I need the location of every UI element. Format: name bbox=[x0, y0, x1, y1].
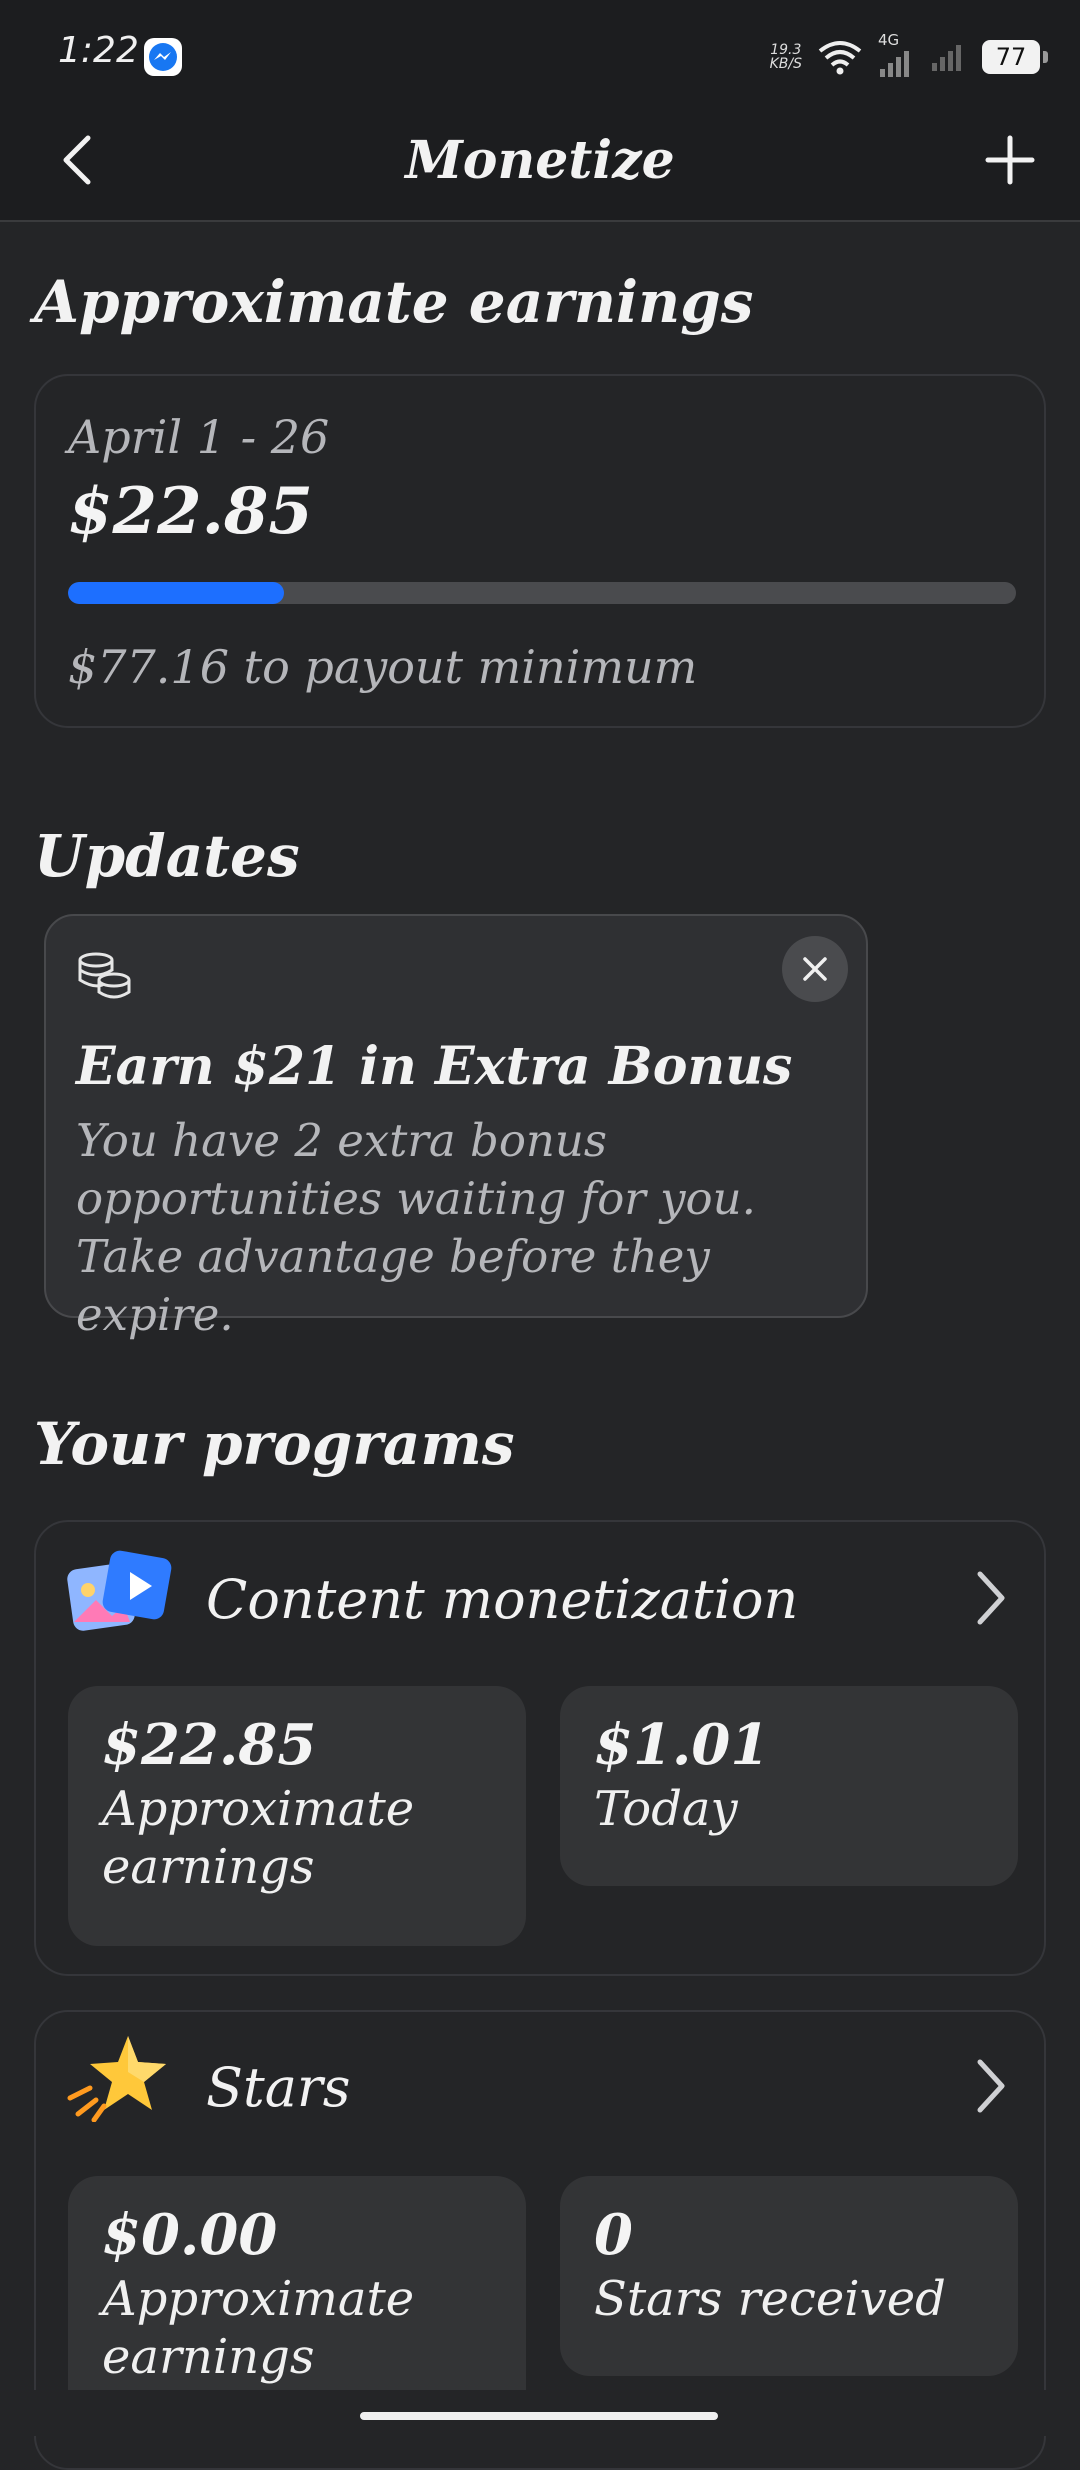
earnings-amount: $22.85 bbox=[68, 474, 313, 549]
stat-label: Approximate earnings bbox=[102, 1781, 415, 1895]
program-card-content-monetization[interactable]: Content monetization $22.85 Approximate … bbox=[34, 1520, 1046, 1976]
stat-approximate-earnings: $22.85 Approximate earnings bbox=[68, 1686, 526, 1946]
stat-today: $1.01 Today bbox=[560, 1686, 1018, 1886]
home-indicator[interactable] bbox=[360, 2412, 718, 2420]
update-title: Earn $21 in Extra Bonus bbox=[76, 1036, 793, 1097]
plus-icon[interactable] bbox=[980, 130, 1040, 190]
stat-value: $1.01 bbox=[594, 1712, 770, 1778]
wifi-icon bbox=[818, 41, 862, 75]
top-app-bar: Monetize bbox=[0, 100, 1080, 222]
earnings-section-title: Approximate earnings bbox=[34, 268, 754, 336]
content-monetization-icon bbox=[67, 1550, 172, 1631]
stat-label: Approximate earnings bbox=[102, 2271, 415, 2385]
signal-icon-2 bbox=[932, 45, 961, 71]
payout-remaining-text: $77.16 to payout minimum bbox=[68, 640, 698, 694]
payout-progress-fill bbox=[68, 582, 285, 604]
stat-value: 0 bbox=[594, 2202, 633, 2268]
status-bar: 1:22 19.3 KB/S 4G 77 bbox=[0, 0, 1080, 100]
stat-value: $22.85 bbox=[102, 1712, 317, 1778]
update-body: You have 2 extra bonus opportunities wai… bbox=[76, 1114, 756, 1341]
page-title: Monetize bbox=[405, 130, 675, 191]
updates-section-title: Updates bbox=[34, 822, 300, 890]
program-name: Stars bbox=[206, 2056, 351, 2119]
battery-indicator: 77 bbox=[982, 40, 1048, 74]
stat-label: Today bbox=[594, 1781, 738, 1837]
earnings-period: April 1 - 26 bbox=[68, 410, 330, 464]
net-speed: 19.3 KB/S bbox=[769, 42, 802, 72]
coins-icon bbox=[78, 952, 131, 999]
dismiss-update-button[interactable] bbox=[782, 936, 848, 1002]
messenger-icon bbox=[144, 38, 182, 76]
cellular-4g: 4G bbox=[878, 31, 914, 77]
chevron-right-icon[interactable] bbox=[970, 1568, 1010, 1628]
stat-stars-received: 0 Stars received bbox=[560, 2176, 1018, 2376]
signal-icon bbox=[880, 51, 909, 77]
program-name: Content monetization bbox=[206, 1568, 799, 1631]
programs-section-title: Your programs bbox=[34, 1410, 515, 1478]
earnings-card[interactable]: April 1 - 26 $22.85 $77.16 to payout min… bbox=[34, 374, 1046, 728]
chevron-right-icon[interactable] bbox=[970, 2056, 1010, 2116]
status-icons: 19.3 KB/S 4G 77 bbox=[769, 31, 1048, 82]
stat-value: $0.00 bbox=[102, 2202, 278, 2268]
status-time: 1:22 bbox=[58, 30, 139, 71]
update-card[interactable]: Earn $21 in Extra Bonus You have 2 extra… bbox=[44, 914, 868, 1341]
star-icon bbox=[67, 2036, 166, 2122]
stat-label: Stars received bbox=[594, 2271, 946, 2327]
close-icon bbox=[803, 957, 827, 981]
payout-progress-bar bbox=[68, 582, 1016, 604]
